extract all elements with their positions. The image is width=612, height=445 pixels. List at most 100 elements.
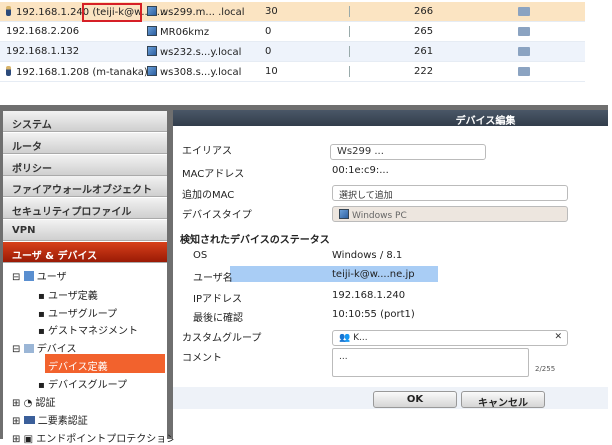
status-icon [518,7,530,16]
collapse-icon[interactable]: ⊟ [12,272,20,283]
tree-label: デバイス定義 [47,362,108,373]
host-text: ws232.s...y.local [160,47,242,58]
device-type-label: デバイスタイプ [182,210,252,221]
table-row[interactable]: 192.168.2.206 MR06kmz 0 265 [0,22,585,42]
username-value: teiji-k@w....ne.jp [332,269,415,280]
count-cell: 30 [265,6,278,17]
tree-user[interactable]: ⊟ ユーザ [12,268,67,283]
custom-group-input[interactable]: 👥 K... ✕ [332,330,568,346]
status-icon [518,47,530,56]
ip-cell: 192.168.1.208 (m-tanaka) [0,66,148,78]
device-icon [23,344,34,353]
count-cell: 0 [265,46,272,57]
id-cell: 265 [414,26,434,37]
tree-auth[interactable]: ⊞ ◔ 認証 [12,394,56,409]
nav-menu-item[interactable]: ルータ [3,132,167,154]
usage-bar [349,66,350,77]
nav-menu-item[interactable]: システム [3,111,167,132]
device-type-value: Windows PC [352,211,407,221]
expand-icon[interactable]: ⊞ [12,416,20,427]
usage-bar [349,6,350,17]
id-cell: 261 [414,46,434,57]
ip-text: 192.168.1.208 (m-tanaka) [16,67,148,78]
tree-guest[interactable]: ▪ ゲストマネジメント [38,322,138,337]
tree-label: ユーザ定義 [47,291,98,302]
host-cell: MR06kmz [147,26,209,38]
nav-menu-item[interactable]: ポリシー [3,154,167,176]
selection-outline [82,3,142,22]
remove-icon[interactable]: ✕ [554,332,562,342]
user-icon [6,66,11,76]
expand-icon[interactable]: ⊞ [12,398,20,409]
tree-two-factor[interactable]: ⊞ 二要素認証 [12,412,88,427]
status-heading: 検知されたデバイスのステータス [180,235,330,246]
last-seen-value: 10:10:55 (port1) [332,309,415,320]
alias-input[interactable]: Ws299 ... [330,144,486,160]
tree-user-group[interactable]: ▪ ユーザグループ [38,305,117,320]
host-text: ws299.m... .local [160,7,245,18]
clock-icon: ◔ [23,398,33,409]
mac-value: 00:1e:c9:... [332,165,389,176]
tree-label: ユーザ [36,272,67,283]
tree-label: ユーザグループ [47,309,118,320]
tree-label: 認証 [35,398,56,409]
id-cell: 222 [414,66,434,77]
comment-label: コメント [182,353,222,364]
tree-user-def[interactable]: ▪ ユーザ定義 [38,287,98,302]
user-icon [6,6,11,16]
tree-device-def-label: ▪ デバイス定義 [38,362,108,373]
ip-value: 192.168.1.240 [332,290,406,301]
ip-text: 192.168.1.240 [16,7,90,18]
additional-mac-input[interactable]: 選択して追加 [332,185,568,201]
windows-icon [147,66,157,76]
tree-device[interactable]: ⊟ デバイス [12,340,76,355]
ip-label: IPアドレス [193,294,242,305]
host-cell: ws232.s...y.local [147,46,241,58]
nav-menu-item[interactable]: ファイアウォールオブジェクト [3,176,167,198]
group-icon: 👥 [339,333,351,343]
ip-text: 192.168.1.132 [6,46,80,57]
id-cell: 266 [414,6,434,17]
tree-label: ゲストマネジメント [47,326,138,337]
table-row[interactable]: 192.168.1.132 ws232.s...y.local 0 261 [0,42,585,62]
ip-cell: 192.168.1.132 [0,46,79,57]
tree-device-group[interactable]: ▪ デバイスグループ [38,376,127,391]
expand-icon[interactable]: ⊞ [12,434,20,445]
ip-text: 192.168.2.206 [6,26,80,37]
tree-endpoint[interactable]: ⊞ ▣ エンドポイントプロテクション [12,430,176,445]
os-label: OS [193,250,208,261]
host-text: ws308.s...y.local [160,67,242,78]
group-value: K... [353,333,368,343]
token-icon [23,416,35,424]
additional-mac-label: 追加のMAC [182,190,235,201]
nav-menu-item[interactable]: セキュリティプロファイル [3,198,167,220]
ok-button[interactable]: OK [373,391,457,408]
comment-textarea[interactable]: ... [332,348,529,377]
tree-label: 二要素認証 [37,416,88,427]
windows-icon [147,46,157,56]
alias-label: エイリアス [182,146,232,157]
tree-label: デバイスグループ [47,380,128,391]
username-label: ユーザ名 [193,273,233,284]
comment-char-count: 2/255 [535,365,556,373]
dialog-title: デバイス編集 [173,110,608,127]
mac-label: MACアドレス [182,169,245,180]
nav-menu-item[interactable]: ユーザ & デバイス [3,241,167,263]
device-type-select[interactable]: Windows PC [332,206,568,222]
cancel-button[interactable]: キャンセル [461,391,545,409]
host-text: MR06kmz [160,27,210,38]
host-cell: ws308.s...y.local [147,66,241,78]
last-seen-label: 最後に確認 [193,313,243,324]
nav-menu-item[interactable]: VPN [3,220,167,241]
usage-bar [349,46,350,57]
collapse-icon[interactable]: ⊟ [12,344,20,355]
count-cell: 10 [265,66,278,77]
users-icon [23,271,34,281]
status-icon [518,67,530,76]
table-row[interactable]: 192.168.1.208 (m-tanaka) ws308.s...y.loc… [0,62,585,82]
windows-icon [147,6,157,16]
windows-icon [147,26,157,36]
windows-icon [339,209,349,219]
tree-label: エンドポイントプロテクション [36,434,177,445]
usage-bar [349,26,350,37]
